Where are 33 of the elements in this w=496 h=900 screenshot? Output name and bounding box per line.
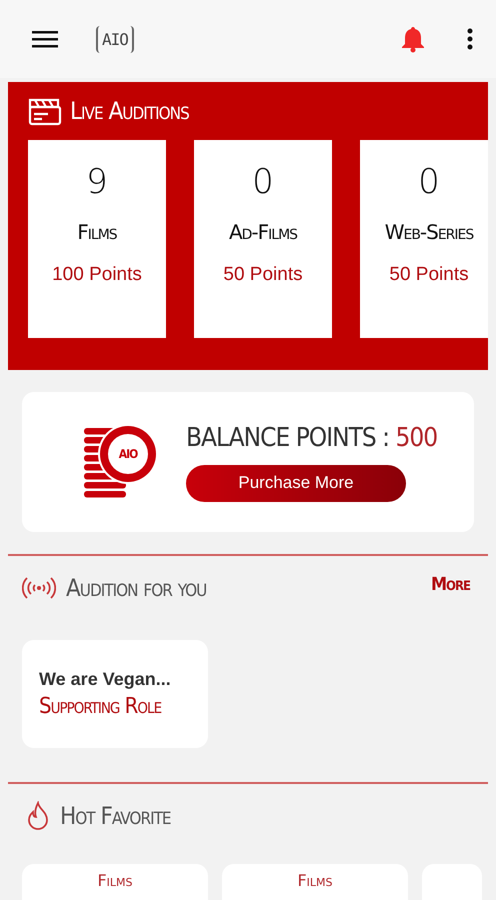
audition-count: 0 xyxy=(252,162,274,202)
favorite-card[interactable]: Films xyxy=(222,864,408,900)
menu-icon[interactable] xyxy=(32,29,60,49)
more-link[interactable]: More xyxy=(430,574,470,595)
section-title: Hot Favorite xyxy=(60,802,171,830)
category-card[interactable]: 9 Films 100 Points xyxy=(28,140,166,338)
flame-icon xyxy=(26,801,50,831)
favorite-category: Films xyxy=(297,871,333,891)
app-logo: AIO xyxy=(96,26,134,52)
more-options-icon[interactable] xyxy=(466,28,474,50)
audition-title: We are Vegan... xyxy=(39,669,172,690)
audition-card[interactable]: We are Vegan... Supporting Role xyxy=(22,640,208,748)
favorite-card[interactable]: Films xyxy=(22,864,208,900)
audition-count: 0 xyxy=(418,162,440,202)
category-name: Films xyxy=(77,220,117,244)
section-title: Audition for you xyxy=(66,574,206,602)
broadcast-icon xyxy=(22,576,56,600)
coin-label: AIO xyxy=(118,447,138,461)
purchase-more-button[interactable]: Purchase More xyxy=(186,464,406,502)
clapperboard-icon xyxy=(28,96,62,126)
audition-count: 9 xyxy=(86,162,108,202)
section-title: Live Auditions xyxy=(70,97,189,125)
category-name: Ad-Films xyxy=(228,220,298,244)
favorite-category: Films xyxy=(97,871,133,891)
points-label: 50 Points xyxy=(223,264,303,286)
category-card[interactable]: 0 Web-Series 50 Points xyxy=(360,140,488,338)
balance-points: BALANCE POINTS : 500 xyxy=(186,422,438,452)
points-label: 100 Points xyxy=(52,264,142,286)
points-label: 50 Points xyxy=(389,264,469,286)
category-card[interactable]: 0 Ad-Films 50 Points xyxy=(194,140,332,338)
category-name: Web-Series xyxy=(384,220,474,244)
audition-role: Supporting Role xyxy=(39,694,162,719)
notification-bell-icon[interactable] xyxy=(400,25,426,53)
